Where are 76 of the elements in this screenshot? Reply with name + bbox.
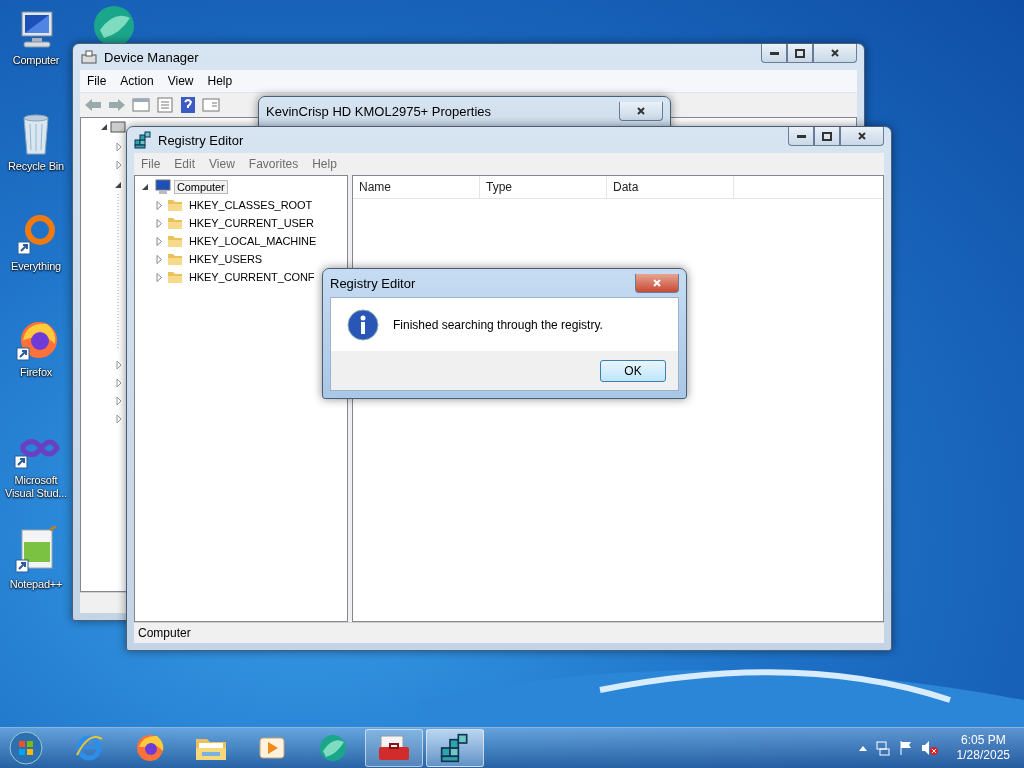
network-icon[interactable] bbox=[874, 740, 891, 756]
column-header[interactable]: Type bbox=[480, 176, 607, 198]
maximize-button[interactable] bbox=[787, 44, 813, 63]
internet-explorer-icon bbox=[74, 733, 104, 763]
column-header[interactable]: Data bbox=[607, 176, 734, 198]
menu-item[interactable]: Action bbox=[113, 74, 161, 88]
tree-item[interactable]: HKEY_USERS bbox=[186, 252, 265, 266]
folder-icon bbox=[167, 270, 183, 284]
icon-label[interactable]: Computer bbox=[12, 54, 60, 67]
window-title: Registry Editor bbox=[330, 275, 417, 291]
computer-icon bbox=[153, 179, 171, 195]
folder-icon bbox=[167, 252, 183, 266]
menu-item[interactable]: View bbox=[202, 157, 242, 171]
close-icon bbox=[858, 132, 866, 140]
maximize-button[interactable] bbox=[814, 127, 840, 146]
tree-item[interactable]: HKEY_LOCAL_MACHINE bbox=[186, 234, 320, 248]
close-button[interactable] bbox=[840, 127, 884, 146]
icon-label[interactable]: Recycle Bin bbox=[8, 160, 64, 173]
clock[interactable]: 6:05 PM 1/28/2025 bbox=[956, 733, 1010, 763]
close-button[interactable] bbox=[635, 273, 679, 293]
tree-item[interactable]: HKEY_CURRENT_CONF bbox=[186, 270, 318, 284]
taskbar-button[interactable] bbox=[365, 729, 423, 767]
close-button[interactable] bbox=[619, 101, 663, 121]
folder-icon bbox=[167, 198, 183, 212]
window-icon[interactable] bbox=[132, 97, 150, 113]
toolbox-icon bbox=[377, 733, 411, 763]
menu-item[interactable]: Edit bbox=[167, 157, 203, 171]
close-icon bbox=[653, 278, 661, 287]
icon-label[interactable]: Firefox bbox=[19, 366, 53, 379]
device-manager-icon bbox=[80, 49, 98, 65]
show-hidden-icons-icon[interactable] bbox=[858, 745, 867, 751]
close-button[interactable] bbox=[813, 44, 857, 63]
menu-item[interactable]: Help bbox=[305, 157, 344, 171]
tree-item[interactable]: Computer bbox=[174, 180, 228, 194]
clock-date: 1/28/2025 bbox=[956, 748, 1010, 763]
menu-item[interactable]: File bbox=[80, 74, 114, 88]
close-icon bbox=[831, 49, 839, 57]
menu-item[interactable]: View bbox=[160, 74, 201, 88]
ring-shortcut-icon bbox=[14, 214, 58, 258]
registry-cubes-icon bbox=[440, 733, 470, 763]
minimize-icon bbox=[769, 51, 779, 55]
collapse-arrow-icon[interactable] bbox=[141, 182, 150, 192]
menu-item[interactable]: File bbox=[134, 157, 168, 171]
folder-icon bbox=[167, 234, 183, 248]
volume-muted-icon[interactable] bbox=[920, 740, 939, 756]
media-player-icon bbox=[258, 734, 286, 762]
help-icon[interactable] bbox=[180, 96, 196, 114]
icon-label[interactable]: Microsoft Visual Stud... bbox=[1, 474, 71, 500]
icon-label[interactable]: Notepad++ bbox=[9, 578, 63, 591]
taskbar-button[interactable] bbox=[426, 729, 484, 767]
minimize-button[interactable] bbox=[761, 44, 787, 63]
minimize-icon bbox=[796, 134, 806, 138]
message-text: Finished searching through the registry. bbox=[393, 317, 603, 332]
start-button[interactable] bbox=[6, 730, 46, 766]
maximize-icon bbox=[795, 48, 805, 58]
registry-cubes-icon bbox=[134, 131, 152, 149]
clock-time: 6:05 PM bbox=[960, 733, 1006, 748]
tree-item[interactable]: HKEY_CLASSES_ROOT bbox=[186, 198, 315, 212]
tree-item[interactable]: HKEY_CURRENT_USER bbox=[186, 216, 317, 230]
column-header[interactable]: Name bbox=[353, 176, 480, 198]
icon-label[interactable]: Everything bbox=[11, 260, 61, 273]
minimize-button[interactable] bbox=[788, 127, 814, 146]
app-icon bbox=[317, 733, 349, 763]
window-title: Registry Editor bbox=[158, 132, 245, 148]
maximize-icon bbox=[822, 131, 832, 141]
flag-icon[interactable] bbox=[898, 740, 913, 756]
ok-button[interactable]: OK bbox=[600, 359, 666, 382]
menu-item[interactable]: Favorites bbox=[241, 157, 306, 171]
menu-item[interactable]: Help bbox=[200, 74, 240, 88]
window-title: KevinCrisp HD KMOL2975+ Properties bbox=[266, 103, 493, 119]
close-icon bbox=[637, 106, 645, 115]
window-title: Device Manager bbox=[104, 49, 200, 65]
status-text: Computer bbox=[138, 626, 191, 640]
folder-icon bbox=[167, 216, 183, 230]
firefox-icon bbox=[135, 733, 165, 763]
info-icon bbox=[347, 308, 379, 341]
